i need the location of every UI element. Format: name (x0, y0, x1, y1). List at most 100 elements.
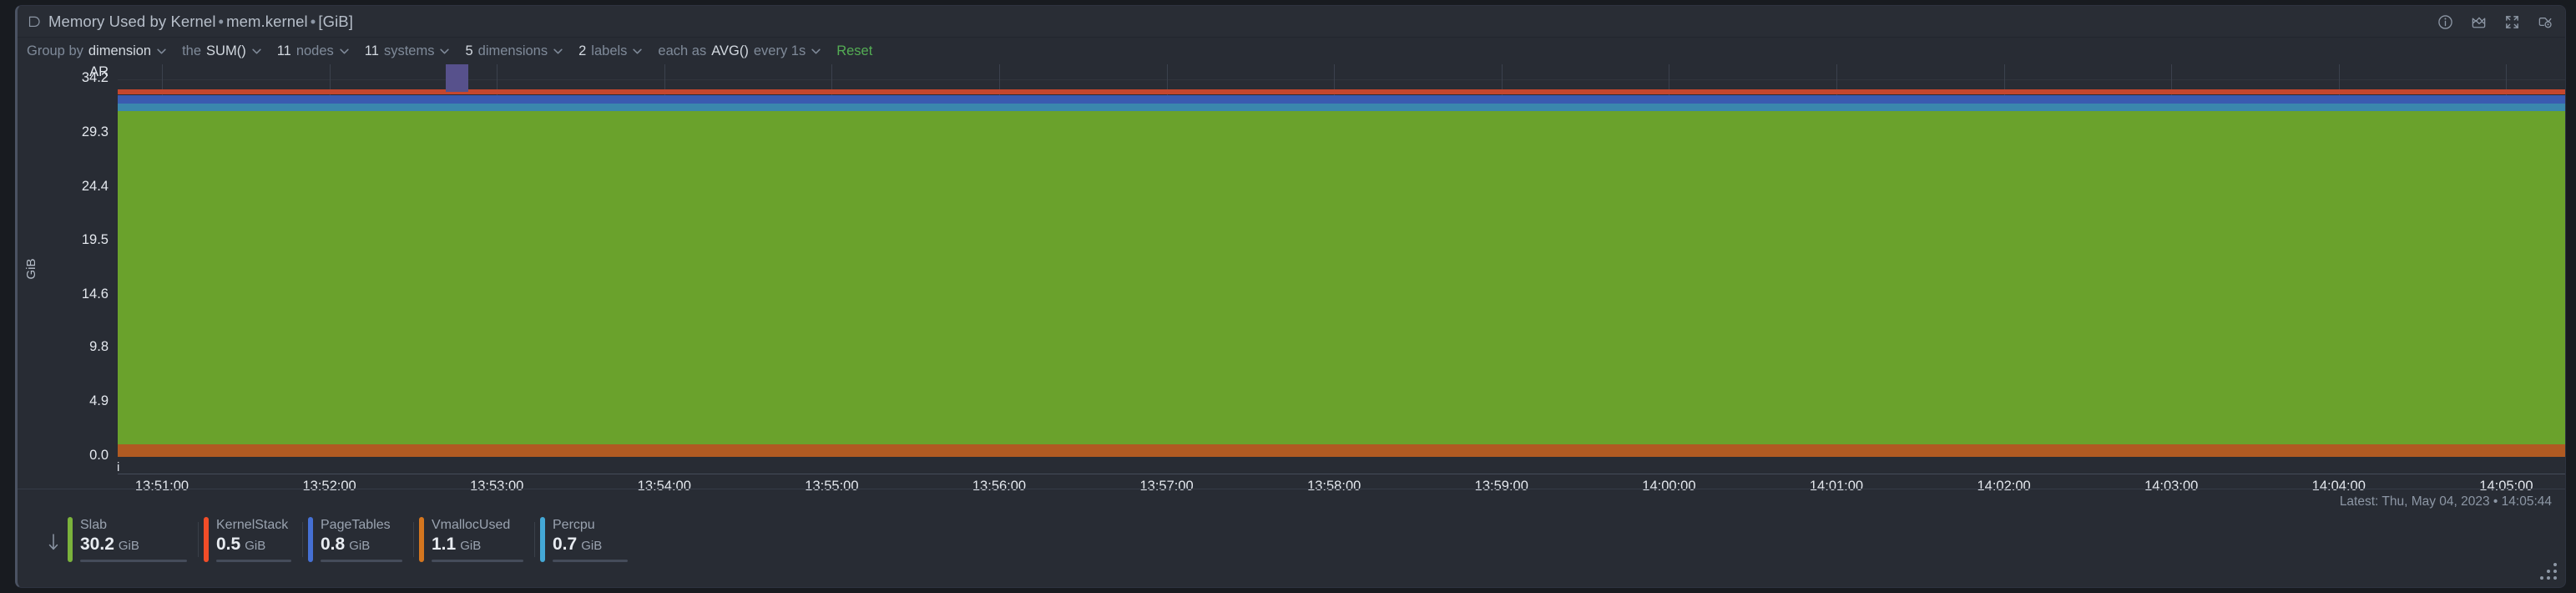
legend-unit: GiB (119, 535, 139, 557)
legend-scroll-down-icon[interactable] (39, 517, 68, 567)
x-axis-tick-1: 13:52:00 (302, 479, 356, 494)
x-axis-tick-10: 14:01:00 (1810, 479, 1863, 494)
legend-value: 0.8GiB (321, 534, 402, 557)
chart-legend: Slab30.2GiB KernelStack0.5GiB PageTables0.… (18, 517, 644, 567)
x-axis-start-tick: i (117, 460, 119, 474)
toolbar-nodes-filter-value: 11 (277, 43, 291, 59)
y-axis-tick-1: 29.3 (18, 124, 116, 140)
chevron-down-icon[interactable] (251, 48, 261, 54)
y-axis-tick-0: 34.2 (18, 70, 116, 86)
legend-text: PageTables0.8GiB (321, 517, 402, 562)
toolbar-aggregate-function[interactable]: theSUM() (182, 43, 261, 59)
x-axis-tick-9: 14:00:00 (1642, 479, 1695, 494)
legend-unit: GiB (460, 535, 481, 557)
chart-card: Memory Used by Kernel•mem.kernel•[GiB] (15, 5, 2566, 588)
fullscreen-icon[interactable] (2504, 14, 2520, 30)
toolbar-systems-filter[interactable]: 11 systems (365, 43, 450, 59)
y-axis-tick-4: 14.6 (18, 286, 116, 302)
area-band-percpu (118, 104, 2566, 111)
chevron-down-icon[interactable] (156, 48, 166, 54)
legend-value-bar (553, 560, 628, 562)
legend-color-swatch (68, 517, 73, 562)
x-axis-tick-11: 14:02:00 (1977, 479, 2030, 494)
x-axis-tick-4: 13:55:00 (805, 479, 858, 494)
toolbar-group-by-value: dimension (88, 43, 151, 59)
toolbar-systems-filter-value: 11 (365, 43, 379, 59)
alert-wave-icon[interactable] (2538, 14, 2553, 30)
toolbar-dimensions-filter[interactable]: 5dimensions (465, 43, 563, 59)
x-axis-tick-7: 13:58:00 (1307, 479, 1361, 494)
area-chart-icon[interactable] (2471, 14, 2487, 30)
title-separator-2: • (308, 13, 319, 30)
x-axis-tick-3: 13:54:00 (638, 479, 691, 494)
x-axis-tick-6: 13:57:00 (1139, 479, 1193, 494)
x-axis: i 13:51:0013:52:0013:53:0013:54:0013:55:… (18, 474, 2566, 505)
chart-units: [GiB] (318, 13, 353, 30)
header-icon-group (2437, 6, 2553, 38)
legend-text: VmallocUsed1.1GiB (432, 517, 523, 562)
x-axis-tick-14: 14:05:00 (2479, 479, 2533, 494)
legend-text: Slab30.2GiB (80, 517, 187, 562)
netdata-logo-icon (28, 14, 42, 28)
legend-color-swatch (540, 517, 545, 562)
legend-dimension-name: KernelStack (216, 517, 291, 534)
x-axis-tick-13: 14:04:00 (2312, 479, 2366, 494)
legend-value: 30.2GiB (80, 534, 187, 557)
gridline-horizontal-0 (118, 79, 2566, 80)
reset-button[interactable]: Reset (836, 43, 872, 59)
chevron-down-icon[interactable] (553, 48, 563, 54)
x-axis-tick-5: 13:56:00 (972, 479, 1026, 494)
selection-marker[interactable] (446, 64, 468, 92)
legend-item-kernelstack[interactable]: KernelStack0.5GiB (204, 517, 303, 562)
toolbar-time-aggregation-value: AVG() (711, 43, 749, 59)
legend-value-bar (80, 560, 187, 562)
toolbar-labels-filter-value: 2 (578, 43, 586, 59)
toolbar-dimensions-filter-suffix: dimensions (478, 43, 548, 59)
toolbar-labels-filter-suffix: labels (591, 43, 627, 59)
latest-timestamp: Latest: Thu, May 04, 2023 • 14:05:44 (2340, 494, 2552, 509)
legend-item-vmallocused[interactable]: VmallocUsed1.1GiB (419, 517, 535, 562)
plot-canvas[interactable] (118, 64, 2566, 457)
chart-toolbar: Group by dimension theSUM() 11 nodes 11 system… (18, 38, 2565, 64)
toolbar-nodes-filter[interactable]: 11 nodes (277, 43, 349, 59)
legend-dimension-name: VmallocUsed (432, 517, 523, 534)
info-icon[interactable] (2437, 14, 2453, 30)
legend-items-container: Slab30.2GiB KernelStack0.5GiB PageTables0.… (68, 517, 644, 562)
chart-header: Memory Used by Kernel•mem.kernel•[GiB] (18, 6, 2565, 38)
legend-item-pagetables[interactable]: PageTables0.8GiB (308, 517, 414, 562)
chevron-down-icon[interactable] (632, 48, 642, 54)
chevron-down-icon[interactable] (339, 48, 349, 54)
chart-title-wrap: Memory Used by Kernel•mem.kernel•[GiB] (18, 13, 353, 31)
legend-value: 0.7GiB (553, 534, 628, 557)
legend-text: Percpu0.7GiB (553, 517, 628, 562)
legend-text: KernelStack0.5GiB (216, 517, 291, 562)
legend-value: 1.1GiB (432, 534, 523, 557)
toolbar-systems-filter-suffix: systems (384, 43, 435, 59)
area-band-kernelstack (118, 89, 2566, 95)
toolbar-time-aggregation-prefix: each as (658, 43, 706, 59)
chevron-down-icon[interactable] (439, 48, 449, 54)
legend-unit: GiB (245, 535, 265, 557)
toolbar-labels-filter[interactable]: 2 labels (578, 43, 642, 59)
area-band-vmallocused (118, 444, 2566, 457)
toolbar-group-by[interactable]: Group by dimension (27, 43, 166, 59)
legend-value-bar (321, 560, 402, 562)
chevron-down-icon[interactable] (811, 48, 821, 54)
title-separator-1: • (216, 13, 227, 30)
chart-plot-area: AR34.229.324.419.514.69.84.90.0 GiB i 13… (18, 64, 2565, 474)
toolbar-time-aggregation[interactable]: each as AVG() every 1s (658, 43, 821, 59)
legend-dimension-name: Slab (80, 517, 187, 534)
toolbar-nodes-filter-suffix: nodes (296, 43, 334, 59)
toolbar-group-by-prefix: Group by (27, 43, 83, 59)
x-axis-tick-8: 13:59:00 (1475, 479, 1528, 494)
y-axis-tick-7: 0.0 (18, 448, 116, 464)
y-axis-tick-2: 24.4 (18, 179, 116, 195)
legend-item-slab[interactable]: Slab30.2GiB (68, 517, 199, 562)
toolbar-time-aggregation-suffix: every 1s (754, 43, 806, 59)
y-axis-tick-6: 4.9 (18, 393, 116, 409)
x-axis-tick-2: 13:53:00 (470, 479, 523, 494)
chart-context: mem.kernel (226, 13, 308, 30)
legend-value-bar (432, 560, 523, 562)
y-axis-label: GiB (24, 258, 38, 279)
legend-item-percpu[interactable]: Percpu0.7GiB (540, 517, 639, 562)
